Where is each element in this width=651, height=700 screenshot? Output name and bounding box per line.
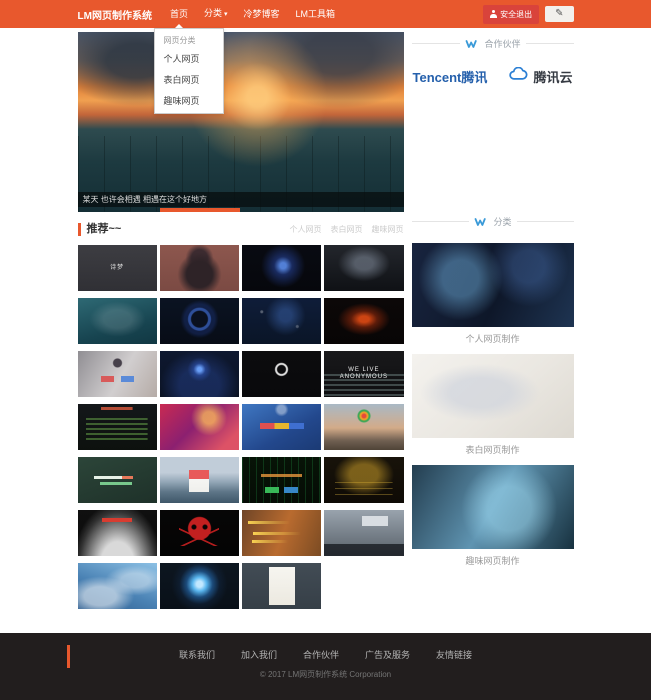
divider-line <box>412 221 469 222</box>
user-icon <box>490 10 497 18</box>
nav-item-toolbox[interactable]: LM工具箱 <box>288 0 344 28</box>
footer-link[interactable]: 合作伙伴 <box>303 648 339 661</box>
thumbnail-text: 诗梦 <box>110 265 124 272</box>
thumbnail-tile[interactable] <box>160 457 239 503</box>
footer-link[interactable]: 广告及服务 <box>365 648 410 661</box>
dropdown-header: 网页分类 <box>155 31 223 48</box>
tencent-logo[interactable]: Tencent腾讯 <box>413 67 488 86</box>
thumbnail-tile[interactable] <box>242 298 321 344</box>
hero-caption: 某天 也许会相遇 相遇在这个好地方 <box>78 192 404 207</box>
category-caption: 趣味网页制作 <box>412 549 574 576</box>
nav-actions: 安全退出 ✎ <box>483 5 573 24</box>
category-card-list: 个人网页制作 表白网页制作 趣味网页制作 <box>412 243 574 576</box>
divider-line <box>412 43 460 44</box>
category-dropdown-menu: 网页分类 个人网页 表白网页 趣味网页 <box>154 28 224 114</box>
dropdown-menu-item[interactable]: 表白网页 <box>155 69 223 90</box>
category-caption: 个人网页制作 <box>412 327 574 354</box>
category-caption: 表白网页制作 <box>412 438 574 465</box>
footer-links: 联系我们 加入我们 合作伙伴 广告及服务 友情链接 <box>0 648 651 661</box>
thumbnail-tile[interactable] <box>324 457 403 503</box>
nav-item-blog[interactable]: 冷梦博客 <box>236 0 288 28</box>
sidebar: 合作伙伴 Tencent腾讯 腾讯云 分类 <box>412 28 574 609</box>
footer-accent-bar <box>67 645 70 668</box>
footer-link[interactable]: 联系我们 <box>179 648 215 661</box>
thumbnail-tile[interactable] <box>78 404 157 450</box>
thumbnail-tile[interactable]: WE LIVE ANONYMOUS <box>324 351 403 397</box>
nav-item-home[interactable]: 首页 <box>162 0 196 28</box>
category-card[interactable]: 个人网页制作 <box>412 243 574 354</box>
recommend-filter-link[interactable]: 个人网页 <box>290 224 322 235</box>
thumbnail-tile[interactable] <box>324 510 403 556</box>
hero-carousel-slide[interactable]: 某天 也许会相遇 相遇在这个好地方 <box>78 32 404 212</box>
thumbnail-tile[interactable] <box>324 404 403 450</box>
divider-line <box>517 221 574 222</box>
logo-w-icon <box>465 39 480 49</box>
recommend-filter-links: 个人网页表白网页趣味网页 <box>290 224 404 235</box>
categories-title: 分类 <box>494 215 512 228</box>
recommend-filter-link[interactable]: 表白网页 <box>331 224 363 235</box>
thumbnail-tile[interactable] <box>242 404 321 450</box>
categories-header: 分类 <box>412 215 574 228</box>
thumbnail-tile[interactable] <box>160 351 239 397</box>
thumbnail-tile[interactable] <box>160 404 239 450</box>
logout-button[interactable]: 安全退出 <box>483 5 539 24</box>
category-image <box>412 354 574 438</box>
thumbnail-tile[interactable] <box>160 298 239 344</box>
thumbnail-tile[interactable] <box>160 245 239 291</box>
logo-w-icon <box>474 217 489 227</box>
thumbnail-tile[interactable] <box>78 298 157 344</box>
carousel-progress-indicator[interactable] <box>160 208 240 212</box>
thumbnail-tile[interactable] <box>324 298 403 344</box>
thumbnail-tile[interactable] <box>78 510 157 556</box>
thumbnail-tile[interactable] <box>78 351 157 397</box>
chevron-down-icon: ▾ <box>224 11 228 18</box>
partners-title: 合作伙伴 <box>485 37 521 50</box>
thumbnail-grid: 诗梦 <box>78 245 404 609</box>
main-column: 某天 也许会相遇 相遇在这个好地方 推荐~~ 个人网页表白网页趣味网页 诗梦 <box>78 28 404 609</box>
footer-link[interactable]: 加入我们 <box>241 648 277 661</box>
dropdown-menu-item[interactable]: 个人网页 <box>155 48 223 69</box>
thumbnail-tile[interactable]: 诗梦 <box>78 245 157 291</box>
thumbnail-tile[interactable] <box>242 563 321 609</box>
thumbnail-tile[interactable] <box>242 510 321 556</box>
divider-line <box>526 43 574 44</box>
edit-button[interactable]: ✎ <box>545 6 573 22</box>
footer: 联系我们 加入我们 合作伙伴 广告及服务 友情链接 © 2017 LM网页制作系统 Co… <box>0 633 651 700</box>
pencil-icon: ✎ <box>555 8 563 19</box>
partners-header: 合作伙伴 <box>412 37 574 50</box>
category-card[interactable]: 表白网页制作 <box>412 354 574 465</box>
thumbnail-tile[interactable] <box>160 563 239 609</box>
thumbnail-tile[interactable] <box>324 245 403 291</box>
recommend-title: 推荐~~ <box>78 223 122 236</box>
site-brand[interactable]: LM网页制作系统 <box>78 7 152 22</box>
thumbnail-text: WE LIVE ANONYMOUS <box>324 367 403 380</box>
footer-link[interactable]: 友情链接 <box>436 648 472 661</box>
copyright-text: © 2017 LM网页制作系统 Corporation <box>0 669 651 680</box>
thumbnail-tile[interactable] <box>78 563 157 609</box>
category-card[interactable]: 趣味网页制作 <box>412 465 574 576</box>
tencent-cloud-logo[interactable]: 腾讯云 <box>508 67 572 86</box>
dropdown-items: 个人网页 表白网页 趣味网页 <box>155 48 223 111</box>
thumbnail-tile[interactable] <box>78 457 157 503</box>
thumbnail-tile[interactable] <box>160 510 239 556</box>
partner-logos: Tencent腾讯 腾讯云 <box>412 67 574 86</box>
dropdown-menu-item[interactable]: 趣味网页 <box>155 90 223 111</box>
category-image <box>412 465 574 549</box>
recommend-section-header: 推荐~~ 个人网页表白网页趣味网页 <box>78 223 404 236</box>
category-image <box>412 243 574 327</box>
recommend-filter-link[interactable]: 趣味网页 <box>372 224 404 235</box>
top-navbar: LM网页制作系统 首页 分类▾ 冷梦博客 LM工具箱 安全退出 ✎ 网页分类 个… <box>0 0 651 28</box>
nav-item-category[interactable]: 分类▾ <box>196 0 236 29</box>
cloud-icon <box>508 67 530 86</box>
thumbnail-tile[interactable] <box>242 245 321 291</box>
thumbnail-tile[interactable] <box>242 457 321 503</box>
thumbnail-tile[interactable] <box>242 351 321 397</box>
